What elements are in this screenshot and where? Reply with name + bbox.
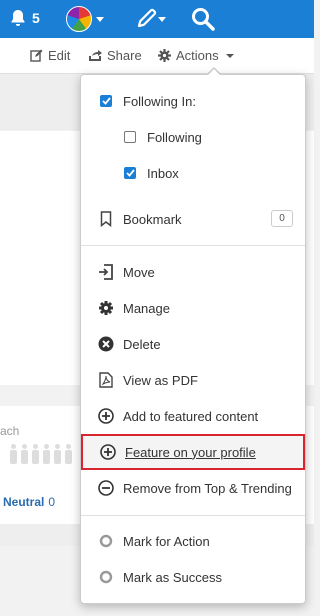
- share-button[interactable]: Share: [88, 48, 142, 63]
- menu-item-view-pdf[interactable]: View as PDF: [81, 362, 305, 398]
- menu-item-mark-action[interactable]: Mark for Action: [81, 523, 305, 559]
- bookmark-count-badge: 0: [271, 210, 293, 227]
- menu-item-mark-success[interactable]: Mark as Success: [81, 559, 305, 595]
- menu-item-label: Inbox: [147, 165, 179, 181]
- menu-item-label: Manage: [123, 300, 170, 316]
- notification-count: 5: [32, 10, 40, 26]
- person-icon: [54, 444, 61, 464]
- checkbox-checked-icon[interactable]: [100, 95, 112, 107]
- menu-item-label: Feature on your profile: [125, 444, 256, 460]
- checkbox-checked-icon[interactable]: [124, 167, 136, 179]
- menu-item-inbox[interactable]: Inbox: [81, 155, 305, 191]
- gear-icon: [158, 49, 171, 62]
- menu-item-move[interactable]: Move: [81, 254, 305, 290]
- bell-icon: [11, 10, 25, 26]
- menu-item-add-featured[interactable]: Add to featured content: [81, 398, 305, 434]
- status-circle-icon: [99, 570, 113, 584]
- person-icon: [10, 444, 17, 464]
- chevron-down-icon[interactable]: [158, 17, 166, 22]
- neutral-sentiment[interactable]: Neutral 0: [3, 495, 55, 509]
- bookmark-icon: [100, 211, 112, 227]
- menu-item-manage[interactable]: Manage: [81, 290, 305, 326]
- menu-divider: [81, 245, 305, 246]
- person-icon: [43, 444, 50, 464]
- search-icon[interactable]: [190, 6, 216, 32]
- dropdown-pointer: [207, 69, 221, 76]
- menu-item-following-in[interactable]: Following In:: [81, 83, 305, 119]
- top-navigation-bar: 5: [0, 0, 314, 38]
- status-circle-icon: [99, 534, 113, 548]
- chevron-down-icon: [225, 53, 234, 58]
- menu-item-delete[interactable]: Delete: [81, 326, 305, 362]
- menu-item-label: Mark as Success: [123, 569, 222, 585]
- menu-item-following[interactable]: Following: [81, 119, 305, 155]
- reach-label: ach: [0, 424, 20, 438]
- menu-item-label: Following: [147, 129, 202, 145]
- menu-item-label: Delete: [123, 336, 161, 352]
- share-icon: [89, 49, 102, 61]
- delete-x-icon: [98, 336, 114, 352]
- menu-item-bookmark[interactable]: Bookmark 0: [81, 201, 305, 237]
- person-icon: [32, 444, 39, 464]
- menu-item-remove-top[interactable]: Remove from Top & Trending: [81, 470, 305, 506]
- actions-dropdown-menu: Following In: Following Inbox Bookmark 0…: [80, 74, 306, 604]
- menu-item-label: Add to featured content: [123, 408, 259, 424]
- edit-button[interactable]: Edit: [30, 48, 70, 63]
- move-icon: [99, 264, 113, 280]
- plus-circle-icon: [100, 444, 116, 460]
- share-label: Share: [107, 48, 142, 63]
- chevron-down-icon[interactable]: [96, 17, 104, 22]
- actions-label: Actions: [176, 48, 219, 63]
- menu-item-label: Following In:: [123, 93, 196, 109]
- gear-icon: [99, 301, 113, 315]
- menu-item-label: Bookmark: [123, 211, 182, 227]
- person-icon: [65, 444, 72, 464]
- menu-item-label: View as PDF: [123, 372, 198, 388]
- minus-circle-icon: [98, 480, 114, 496]
- actions-button[interactable]: Actions: [158, 48, 234, 63]
- pdf-icon: [99, 372, 113, 388]
- user-avatar[interactable]: [66, 6, 92, 32]
- menu-divider: [81, 515, 305, 516]
- edit-label: Edit: [48, 48, 71, 63]
- person-icon: [21, 444, 28, 464]
- neutral-count: 0: [48, 495, 56, 509]
- notifications-button[interactable]: 5: [10, 9, 40, 27]
- menu-item-feature-profile[interactable]: Feature on your profile: [81, 434, 305, 470]
- people-icons: [10, 444, 72, 464]
- plus-circle-icon: [98, 408, 114, 424]
- pencil-icon[interactable]: [136, 7, 158, 29]
- checkbox-unchecked-icon[interactable]: [124, 131, 136, 143]
- menu-item-label: Mark for Action: [123, 533, 210, 549]
- menu-item-label: Remove from Top & Trending: [123, 480, 292, 496]
- edit-icon: [30, 49, 43, 62]
- neutral-label: Neutral: [3, 495, 45, 509]
- menu-item-label: Move: [123, 264, 155, 280]
- content-action-bar: Edit Share Actions: [0, 38, 314, 74]
